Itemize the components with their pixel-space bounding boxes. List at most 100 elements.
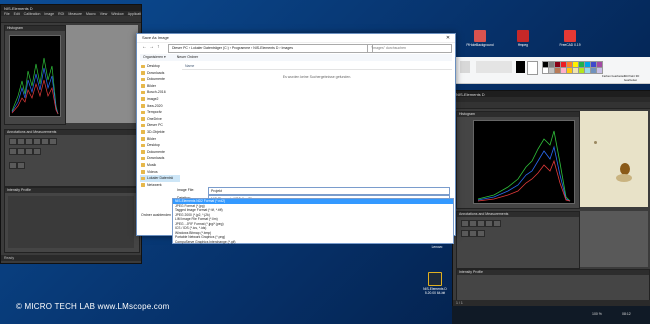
annot-tool-2[interactable] bbox=[17, 138, 25, 145]
filename-row: Image File: Projekt bbox=[140, 187, 452, 195]
clock[interactable]: 08:12 bbox=[622, 312, 631, 316]
paint-tool-shapes[interactable] bbox=[476, 61, 512, 73]
image-viewer[interactable] bbox=[66, 25, 138, 123]
annot-tool-11[interactable] bbox=[9, 162, 17, 169]
nis-main-statusbar: Ready bbox=[1, 255, 141, 261]
nav-item[interactable]: Ikea-2020 bbox=[140, 103, 180, 110]
right-annot-tool-5[interactable] bbox=[493, 220, 501, 227]
desktop-icon-nis-label: NIS-Elements D 5.20.00 64-bit bbox=[423, 287, 447, 295]
right-annot-tool-2[interactable] bbox=[469, 220, 477, 227]
desktop-icon-nis[interactable]: NIS-Elements D 5.20.00 64-bit bbox=[420, 272, 450, 295]
menu-item[interactable]: ROI bbox=[58, 12, 64, 16]
command-bar: Organisieren ▾ Neuer Ordner bbox=[140, 54, 452, 61]
close-icon[interactable]: ✕ bbox=[441, 34, 455, 42]
nav-item[interactable]: Bilder bbox=[140, 136, 180, 143]
annot-tool-1[interactable] bbox=[9, 138, 17, 145]
specimen-dot bbox=[594, 141, 597, 144]
annot-tool-8[interactable] bbox=[17, 148, 25, 155]
right-annotations-panel: Annotations and Measurements bbox=[456, 211, 580, 269]
right-image-viewer[interactable] bbox=[580, 111, 648, 207]
nis-main-window: NIS-Elements D File Edit Calibration Image R… bbox=[0, 4, 142, 264]
hide-folders-toggle[interactable]: Ordner ausblenden bbox=[141, 213, 171, 217]
intensity-profile-panel: Intensity Profile bbox=[4, 187, 140, 253]
breadcrumb[interactable]: Dieser PC › Lokaler Datenträger (C:) › P… bbox=[168, 44, 373, 53]
paint-color2[interactable] bbox=[527, 61, 538, 75]
right-annotations-title: Annotations and Measurements bbox=[457, 212, 579, 217]
filetype-option[interactable]: CompuServe Graphics Interchange (*.gif) bbox=[173, 240, 453, 245]
annot-tool-4[interactable] bbox=[33, 138, 41, 145]
annot-tool-5[interactable] bbox=[41, 138, 49, 145]
nav-item[interactable]: image2 bbox=[140, 96, 180, 103]
nav-item[interactable]: Desktop bbox=[140, 142, 180, 149]
right-annot-tool-1[interactable] bbox=[461, 220, 469, 227]
annot-tool-7[interactable] bbox=[9, 148, 17, 155]
back-arrow-icon[interactable]: ← bbox=[142, 44, 147, 50]
filename-input[interactable]: Projekt bbox=[208, 187, 450, 195]
annot-tool-12[interactable] bbox=[17, 162, 25, 169]
up-arrow-icon[interactable]: ↑ bbox=[157, 44, 160, 50]
nav-item[interactable]: Bosch-2016 bbox=[140, 89, 180, 96]
menu-item[interactable]: Applications bbox=[128, 12, 141, 16]
menu-item[interactable]: Calibration bbox=[24, 12, 41, 16]
menu-item[interactable]: Edit bbox=[14, 12, 20, 16]
right-histogram-graph bbox=[477, 130, 571, 202]
paint-3d-label[interactable]: Mit Paint 3D bearbeiten bbox=[624, 74, 650, 82]
nav-item[interactable]: Musik bbox=[140, 162, 180, 169]
organize-button[interactable]: Organisieren ▾ bbox=[143, 55, 166, 59]
menu-item[interactable]: Macro bbox=[86, 12, 96, 16]
menu-item[interactable]: Image bbox=[44, 12, 54, 16]
nis-right-toolbar bbox=[453, 102, 650, 109]
menu-item[interactable]: View bbox=[100, 12, 108, 16]
desktop-icon-lenovo-label: Lenovo bbox=[431, 245, 443, 249]
desktop-icon-pihole[interactable]: PiHoleBackground bbox=[465, 30, 495, 47]
nav-item[interactable]: Dokumente bbox=[140, 149, 180, 156]
nav-item[interactable]: Downloads bbox=[140, 155, 180, 162]
nis-right-window: NIS-Elements D Histogram Annotations and… bbox=[452, 90, 650, 308]
right-annot-tool-8[interactable] bbox=[477, 230, 485, 237]
paint-edit-colors-label[interactable]: Farben bearbeiten bbox=[602, 74, 625, 78]
annot-tool-9[interactable] bbox=[25, 148, 33, 155]
nav-item[interactable]: OneDrive bbox=[140, 116, 180, 123]
right-histogram-panel: Histogram bbox=[456, 111, 580, 209]
column-name-header[interactable]: Name bbox=[182, 63, 452, 70]
address-bar: ← → ↑ Dieser PC › Lokaler Datenträger (C… bbox=[140, 44, 452, 53]
dialog-titlebar[interactable]: Save As Image bbox=[137, 34, 455, 43]
annotations-panel-title: Annotations and Measurements bbox=[5, 130, 139, 135]
nis-main-status: Ready bbox=[4, 256, 15, 260]
annot-tool-10[interactable] bbox=[33, 148, 41, 155]
color-swatch[interactable] bbox=[596, 67, 603, 74]
histogram-panel: Histogram bbox=[4, 25, 66, 125]
nis-app-icon bbox=[428, 272, 442, 286]
paint-color1[interactable] bbox=[516, 61, 525, 73]
new-folder-button[interactable]: Neuer Ordner bbox=[177, 55, 198, 59]
right-annot-tool-7[interactable] bbox=[469, 230, 477, 237]
desktop-icon-pihole-label: PiHoleBackground bbox=[466, 43, 494, 47]
nav-item[interactable]: 3D-Objekte bbox=[140, 129, 180, 136]
right-annot-tool-6[interactable] bbox=[461, 230, 469, 237]
paint-tool-brush[interactable] bbox=[460, 61, 470, 73]
nav-item[interactable]: Downloads bbox=[140, 70, 180, 77]
nav-item[interactable]: Temporär bbox=[140, 109, 180, 116]
annot-tool-6[interactable] bbox=[49, 138, 57, 145]
desktop-icon-ffmpeg[interactable]: ffmpeg bbox=[508, 30, 538, 47]
annot-tool-3[interactable] bbox=[25, 138, 33, 145]
right-annot-tool-4[interactable] bbox=[485, 220, 493, 227]
menu-item[interactable]: File bbox=[4, 12, 10, 16]
nav-item[interactable]: Lokaler Datenträ bbox=[140, 175, 180, 182]
menu-item[interactable]: Measure bbox=[68, 12, 82, 16]
nis-main-title: NIS-Elements D bbox=[4, 5, 33, 11]
nav-item[interactable]: Dieser PC bbox=[140, 122, 180, 129]
right-image-strip bbox=[580, 211, 648, 267]
desktop-icon-freecad[interactable]: FreeCAD 0.19 bbox=[555, 30, 585, 47]
menu-item[interactable]: Window bbox=[111, 12, 123, 16]
right-histogram-plot bbox=[473, 120, 575, 204]
filename-label: Image File: bbox=[177, 188, 195, 192]
search-input[interactable]: "Images" durchsuchen bbox=[367, 44, 452, 53]
nav-item[interactable]: Bilder bbox=[140, 83, 180, 90]
forward-arrow-icon[interactable]: → bbox=[149, 44, 154, 50]
nav-item[interactable]: Dokumente bbox=[140, 76, 180, 83]
desktop-icon-ffmpeg-label: ffmpeg bbox=[517, 43, 529, 47]
nav-item[interactable]: Videos bbox=[140, 169, 180, 176]
right-annot-tool-3[interactable] bbox=[477, 220, 485, 227]
nav-item[interactable]: Desktop bbox=[140, 63, 180, 70]
